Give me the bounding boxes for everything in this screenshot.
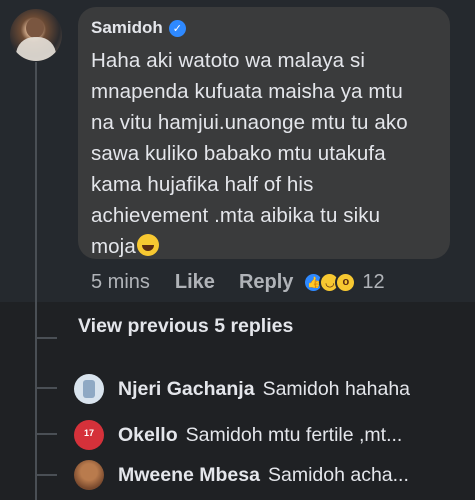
avatar[interactable] — [10, 9, 62, 61]
reply-text: Samidoh hahaha — [262, 377, 411, 400]
reply-text: Samidoh acha... — [267, 463, 409, 486]
comment-timestamp[interactable]: 5 mins — [91, 271, 150, 294]
wow-reaction-icon: o — [335, 271, 357, 293]
thread-branch — [35, 433, 57, 435]
reply-item[interactable]: Njeri Gachanja Samidoh hahaha — [74, 372, 469, 406]
reply-author[interactable]: Okello — [118, 424, 178, 447]
thread-branch — [35, 474, 57, 476]
reply-author[interactable]: Mweene Mbesa — [118, 464, 260, 487]
thread-branch — [35, 387, 57, 389]
reply-item[interactable]: Mweene Mbesa Samidoh acha... — [74, 458, 469, 492]
comment-bubble: Samidoh ✓ Haha aki watoto wa malaya si m… — [78, 7, 450, 259]
avatar-label: 17 — [83, 428, 94, 438]
avatar[interactable] — [74, 374, 104, 404]
reactions-summary[interactable]: 👍 ◡ o — [303, 271, 357, 293]
view-previous-replies-link[interactable]: View previous 5 replies — [78, 315, 293, 338]
laughing-emoji-icon — [136, 234, 159, 256]
reaction-count[interactable]: 12 — [362, 271, 384, 294]
comment-actions: 5 mins Like Reply 👍 ◡ o 12 — [91, 270, 385, 294]
reply-item[interactable]: 17 Okello Samidoh mtu fertile ,mt... — [74, 418, 469, 452]
thread-branch — [35, 337, 57, 339]
comment-text: Haha aki watoto wa malaya si mnapenda ku… — [91, 49, 408, 258]
reply-button[interactable]: Reply — [239, 271, 293, 294]
avatar[interactable]: 17 — [74, 420, 104, 450]
verified-badge-icon: ✓ — [168, 19, 186, 37]
reply-author[interactable]: Njeri Gachanja — [118, 378, 255, 401]
like-button[interactable]: Like — [175, 271, 215, 294]
comment-author[interactable]: Samidoh — [91, 18, 163, 38]
reply-text: Samidoh mtu fertile ,mt... — [185, 423, 403, 446]
avatar[interactable] — [74, 460, 104, 490]
